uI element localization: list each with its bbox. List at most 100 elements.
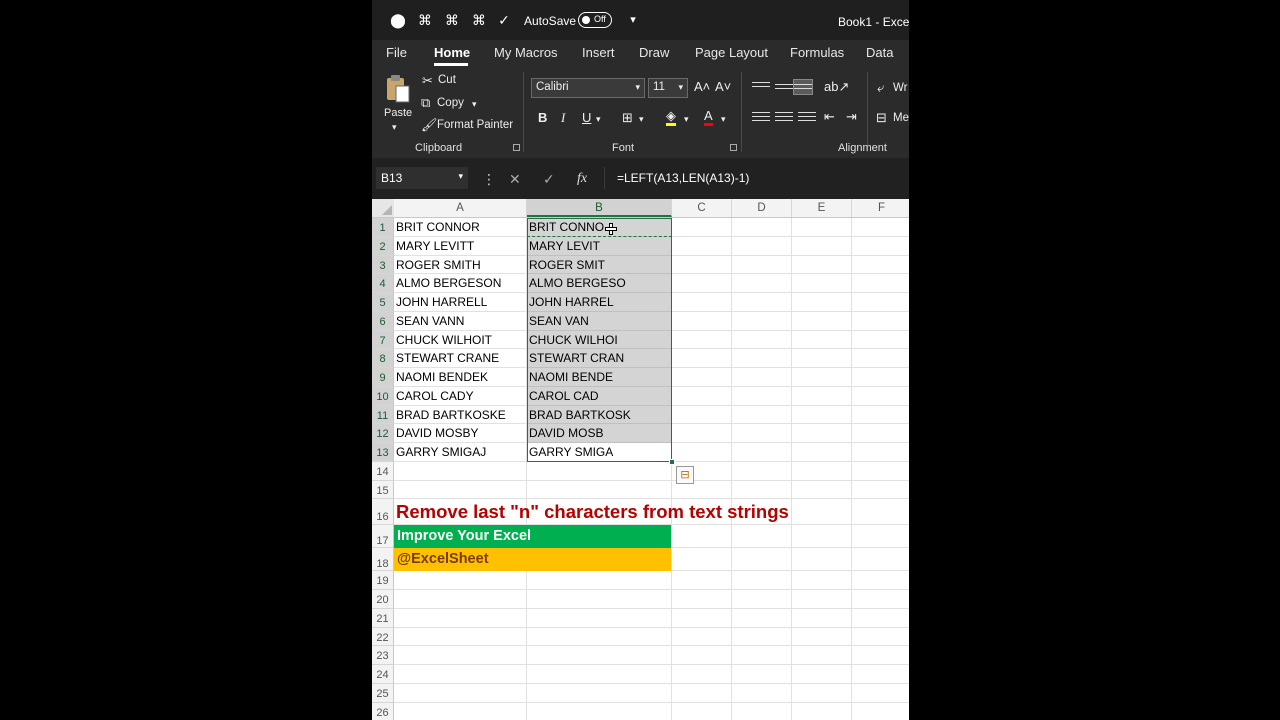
cell-e2[interactable] [792, 236, 852, 256]
cell-d17[interactable] [732, 525, 792, 549]
cell-b22[interactable] [527, 627, 672, 647]
cell-c26[interactable] [672, 702, 732, 720]
cell-a21[interactable] [394, 608, 527, 628]
increase-font-icon[interactable]: A˄ [694, 80, 710, 94]
cell-a12[interactable]: DAVID MOSBY [394, 424, 527, 443]
insert-function-icon[interactable]: fx [577, 171, 587, 187]
cell-b4[interactable]: ALMO BERGESO [527, 274, 672, 293]
cell-e16[interactable] [792, 499, 852, 526]
tab-my-macros[interactable]: My Macros [494, 45, 558, 60]
cell-e3[interactable] [792, 255, 852, 275]
decrease-indent-icon[interactable]: ⇤ [824, 110, 835, 124]
cell-a22[interactable] [394, 627, 527, 647]
row-header-7[interactable]: 7 [372, 330, 394, 350]
customize-toolbar-icon[interactable]: ▾ [625, 12, 641, 28]
tab-formulas[interactable]: Formulas [790, 45, 844, 60]
cell-e24[interactable] [792, 665, 852, 684]
cell-c20[interactable] [672, 590, 732, 609]
cell-c25[interactable] [672, 683, 732, 703]
cell-a7[interactable]: CHUCK WILHOIT [394, 330, 527, 350]
font-name-select[interactable]: Calibri ▾ [531, 78, 645, 98]
cell-c5[interactable] [672, 293, 732, 312]
row-header-24[interactable]: 24 [372, 665, 394, 684]
cell-b6[interactable]: SEAN VAN [527, 311, 672, 331]
cell-b23[interactable] [527, 646, 672, 665]
orientation-icon[interactable]: ab↗ [824, 80, 849, 94]
cell-a1[interactable]: BRIT CONNOR [394, 218, 527, 237]
autosave-toggle[interactable]: Off [578, 12, 612, 28]
cell-a24[interactable] [394, 665, 527, 684]
row-header-3[interactable]: 3 [372, 255, 394, 275]
cell-f10[interactable] [852, 387, 909, 406]
cell-e4[interactable] [792, 274, 852, 293]
cell-f21[interactable] [852, 609, 909, 628]
cell-a5[interactable]: JOHN HARRELL [394, 293, 527, 312]
row-header-13[interactable]: 13 [372, 443, 394, 462]
cell-b11[interactable]: BRAD BARTKOSK [527, 405, 672, 425]
row-header-14[interactable]: 14 [372, 461, 394, 481]
cell-d6[interactable] [732, 311, 792, 331]
cell-c21[interactable] [672, 608, 732, 628]
cell-b14[interactable] [527, 461, 672, 481]
row-header-16[interactable]: 16 [372, 499, 394, 526]
cell-e26[interactable] [792, 702, 852, 720]
column-header-a[interactable]: A [394, 199, 527, 217]
cell-c19[interactable] [672, 571, 732, 590]
cell-a20[interactable] [394, 590, 527, 609]
cut-button[interactable]: Cut [438, 74, 456, 86]
cell-a8[interactable]: STEWART CRANE [394, 349, 527, 368]
fill-handle[interactable] [669, 459, 675, 465]
cell-d12[interactable] [732, 424, 792, 443]
cell-c23[interactable] [672, 646, 732, 665]
cell-f4[interactable] [852, 274, 909, 293]
cell-f19[interactable] [852, 571, 909, 590]
cell-a13[interactable]: GARRY SMIGAJ [394, 443, 527, 462]
cell-d2[interactable] [732, 236, 792, 256]
cell-d14[interactable] [732, 461, 792, 481]
font-launcher-icon[interactable] [730, 144, 737, 151]
cell-d9[interactable] [732, 368, 792, 387]
cell-f9[interactable] [852, 368, 909, 387]
column-header-b[interactable]: B [527, 199, 672, 217]
cell-e9[interactable] [792, 368, 852, 387]
cell-b19[interactable] [527, 571, 672, 590]
cell-e20[interactable] [792, 590, 852, 609]
cell-d23[interactable] [732, 646, 792, 665]
cell-b25[interactable] [527, 683, 672, 703]
tab-insert[interactable]: Insert [582, 45, 615, 60]
cell-a3[interactable]: ROGER SMITH [394, 255, 527, 275]
cell-c12[interactable] [672, 424, 732, 443]
cell-d13[interactable] [732, 443, 792, 462]
cell-c9[interactable] [672, 368, 732, 387]
cell-d7[interactable] [732, 330, 792, 350]
cell-e19[interactable] [792, 571, 852, 590]
tab-draw[interactable]: Draw [639, 45, 669, 60]
cell-e14[interactable] [792, 461, 852, 481]
cell-b5[interactable]: JOHN HARREL [527, 293, 672, 312]
cell-c4[interactable] [672, 274, 732, 293]
row-header-20[interactable]: 20 [372, 590, 394, 609]
cell-f15[interactable] [852, 481, 909, 500]
cell-a26[interactable] [394, 702, 527, 720]
cell-e23[interactable] [792, 646, 852, 665]
quick-analysis-icon[interactable]: ⊟ [676, 466, 694, 484]
cell-b2[interactable]: MARY LEVIT [527, 236, 672, 256]
cell-c7[interactable] [672, 330, 732, 350]
format-painter-button[interactable]: Format Painter [437, 119, 513, 131]
column-header-d[interactable]: D [732, 199, 792, 217]
cell-c6[interactable] [672, 311, 732, 331]
row-header-22[interactable]: 22 [372, 627, 394, 647]
cell-e18[interactable] [792, 548, 852, 572]
cell-a10[interactable]: CAROL CADY [394, 386, 527, 406]
decrease-font-icon[interactable]: A˅ [715, 80, 731, 94]
row-header-23[interactable]: 23 [372, 646, 394, 665]
cell-e15[interactable] [792, 480, 852, 500]
increase-indent-icon[interactable]: ⇥ [846, 110, 857, 124]
column-header-c[interactable]: C [672, 199, 732, 217]
cell-e17[interactable] [792, 525, 852, 549]
paste-icon[interactable] [385, 74, 411, 104]
cell-f24[interactable] [852, 665, 909, 684]
row-header-26[interactable]: 26 [372, 702, 394, 720]
row-header-1[interactable]: 1 [372, 218, 394, 237]
cell-f13[interactable] [852, 443, 909, 462]
